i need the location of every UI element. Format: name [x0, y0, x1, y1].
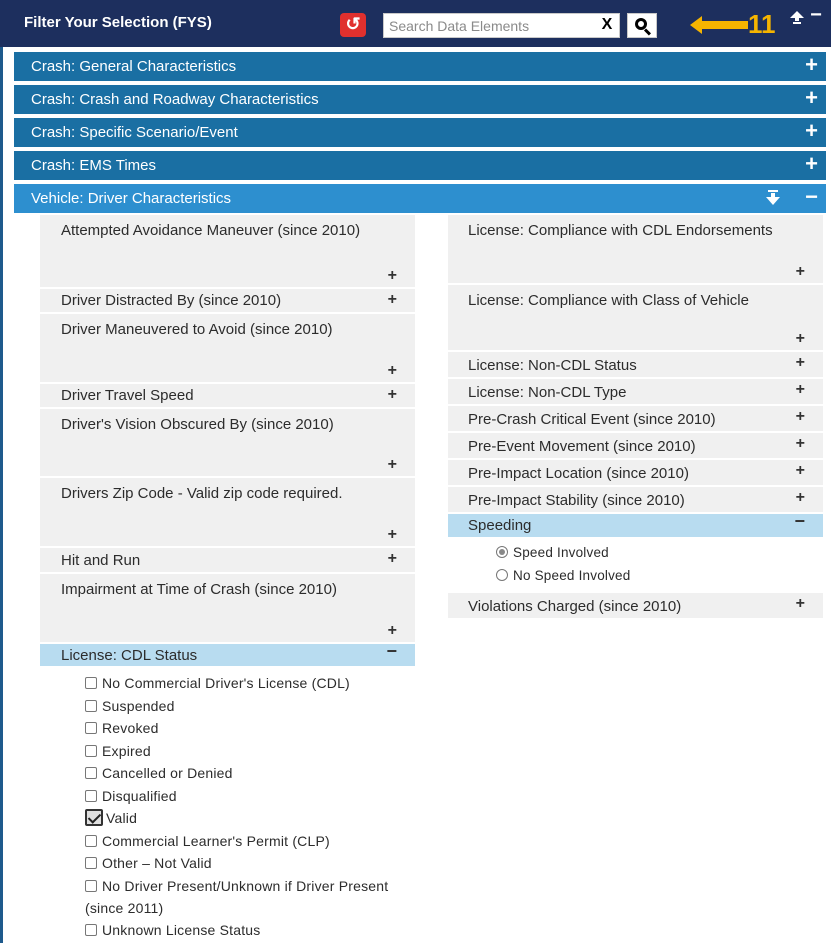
checkbox[interactable] — [85, 834, 97, 847]
collapse-all-button[interactable]: − — [806, 5, 826, 25]
undo-icon[interactable]: ↺ — [340, 13, 366, 37]
plus-icon[interactable]: + — [388, 550, 397, 568]
plus-icon[interactable]: + — [388, 291, 397, 309]
minus-icon[interactable]: − — [794, 512, 805, 530]
expand-icon: + — [805, 151, 818, 176]
search-input[interactable] — [384, 14, 589, 37]
plus-icon[interactable]: + — [388, 359, 397, 382]
search-button[interactable] — [627, 13, 657, 38]
checkbox[interactable] — [85, 923, 97, 936]
right-column: License: Compliance with CDL Endorsement… — [448, 215, 823, 620]
plus-icon[interactable]: + — [388, 619, 397, 642]
plus-icon[interactable]: + — [796, 462, 805, 480]
list-item-drivers-vision[interactable]: Driver's Vision Obscured By (since 2010)… — [40, 409, 415, 478]
checkbox-option-valid[interactable]: Valid — [85, 807, 415, 830]
checkbox-option[interactable]: Expired — [85, 740, 415, 763]
list-item-speeding[interactable]: Speeding − — [448, 512, 823, 539]
list-item-drivers-zip[interactable]: Drivers Zip Code - Valid zip code requir… — [40, 478, 415, 548]
checkbox[interactable] — [85, 879, 97, 892]
list-item-pre-impact-location[interactable]: Pre-Impact Location (since 2010) + — [448, 460, 823, 487]
expand-icon: + — [805, 118, 818, 143]
collapse-icon: − — [805, 184, 818, 209]
list-item-driver-travel-speed[interactable]: Driver Travel Speed + — [40, 384, 415, 409]
checkbox[interactable] — [85, 677, 97, 689]
list-item-driver-distracted[interactable]: Driver Distracted By (since 2010) + — [40, 289, 415, 314]
plus-icon[interactable]: + — [388, 386, 397, 404]
checkbox[interactable] — [85, 722, 97, 734]
checkbox-option[interactable]: Other – Not Valid — [85, 852, 415, 875]
checkbox-option[interactable]: Cancelled or Denied — [85, 762, 415, 785]
section-crash-ems[interactable]: Crash: EMS Times + — [14, 151, 826, 180]
plus-icon[interactable]: + — [796, 489, 805, 507]
list-item-violations-charged[interactable]: Violations Charged (since 2010) + — [448, 593, 823, 620]
list-item-attempted-avoidance[interactable]: Attempted Avoidance Maneuver (since 2010… — [40, 215, 415, 289]
plus-icon[interactable]: + — [796, 260, 805, 283]
annotation-number: 11 — [748, 9, 776, 39]
list-item-cdl-endorsements[interactable]: License: Compliance with CDL Endorsement… — [448, 215, 823, 285]
list-item-non-cdl-type[interactable]: License: Non-CDL Type + — [448, 379, 823, 406]
plus-icon[interactable]: + — [796, 408, 805, 426]
plus-icon[interactable]: + — [796, 327, 805, 350]
section-crash-roadway[interactable]: Crash: Crash and Roadway Characteristics… — [14, 85, 826, 114]
checkbox[interactable] — [85, 699, 97, 712]
double-chevron-up-icon[interactable] — [789, 9, 805, 29]
filter-header: Filter Your Selection (FYS) ↺ X 11 − — [0, 0, 831, 47]
section-vehicle-driver[interactable]: Vehicle: Driver Characteristics − — [14, 184, 826, 213]
radio-button[interactable] — [496, 568, 508, 581]
plus-icon[interactable]: + — [796, 381, 805, 399]
list-item-pre-event-movement[interactable]: Pre-Event Movement (since 2010) + — [448, 433, 823, 460]
section-crash-scenario[interactable]: Crash: Specific Scenario/Event + — [14, 118, 826, 147]
radio-option[interactable]: Speed Involved — [496, 542, 823, 565]
expand-icon: + — [805, 52, 818, 77]
plus-icon[interactable]: + — [388, 453, 397, 476]
checkbox[interactable] — [85, 767, 97, 779]
list-item-driver-maneuvered[interactable]: Driver Maneuvered to Avoid (since 2010) … — [40, 314, 415, 384]
list-item-pre-impact-stability[interactable]: Pre-Impact Stability (since 2010) + — [448, 487, 823, 514]
checkbox-option[interactable]: No Driver Present/Unknown if Driver Pres… — [61, 875, 391, 919]
list-item-class-of-vehicle[interactable]: License: Compliance with Class of Vehicl… — [448, 285, 823, 352]
list-item-hit-and-run[interactable]: Hit and Run + — [40, 548, 415, 574]
checkbox-option[interactable]: Commercial Learner's Permit (CLP) — [85, 830, 415, 853]
cdl-status-options: No Commercial Driver's License (CDL) Sus… — [40, 668, 415, 945]
annotation-arrow-icon — [690, 16, 748, 34]
checkbox-checked[interactable] — [85, 809, 103, 826]
checkbox[interactable] — [85, 857, 97, 869]
plus-icon[interactable]: + — [388, 264, 397, 287]
speeding-options: Speed Involved No Speed Involved — [448, 539, 823, 593]
list-item-pre-crash-event[interactable]: Pre-Crash Critical Event (since 2010) + — [448, 406, 823, 433]
checkbox-option[interactable]: Unknown License Status — [85, 919, 415, 942]
search-box: X — [383, 13, 620, 38]
radio-button-selected[interactable] — [496, 546, 508, 558]
checkbox[interactable] — [85, 744, 97, 757]
left-column: Attempted Avoidance Maneuver (since 2010… — [40, 215, 415, 945]
search-clear-button[interactable]: X — [598, 16, 616, 36]
checkbox-option[interactable]: Revoked — [85, 717, 415, 740]
list-item-impairment[interactable]: Impairment at Time of Crash (since 2010)… — [40, 574, 415, 644]
plus-icon[interactable]: + — [796, 354, 805, 372]
checkbox[interactable] — [85, 789, 97, 802]
plus-icon[interactable]: + — [796, 435, 805, 453]
checkbox-option[interactable]: Disqualified — [85, 785, 415, 808]
minus-icon[interactable]: − — [386, 642, 397, 660]
panel-title: Filter Your Selection (FYS) — [24, 14, 212, 31]
plus-icon[interactable]: + — [796, 595, 805, 613]
checkbox-option[interactable]: Suspended — [85, 695, 415, 718]
list-item-cdl-status[interactable]: License: CDL Status − — [40, 642, 415, 668]
double-chevron-down-icon[interactable] — [766, 189, 780, 207]
section-crash-general[interactable]: Crash: General Characteristics + — [14, 52, 826, 81]
list-item-non-cdl-status[interactable]: License: Non-CDL Status + — [448, 352, 823, 379]
checkbox-option[interactable]: No Commercial Driver's License (CDL) — [85, 672, 415, 695]
expand-icon: + — [805, 85, 818, 110]
radio-option[interactable]: No Speed Involved — [496, 565, 823, 588]
plus-icon[interactable]: + — [388, 523, 397, 546]
